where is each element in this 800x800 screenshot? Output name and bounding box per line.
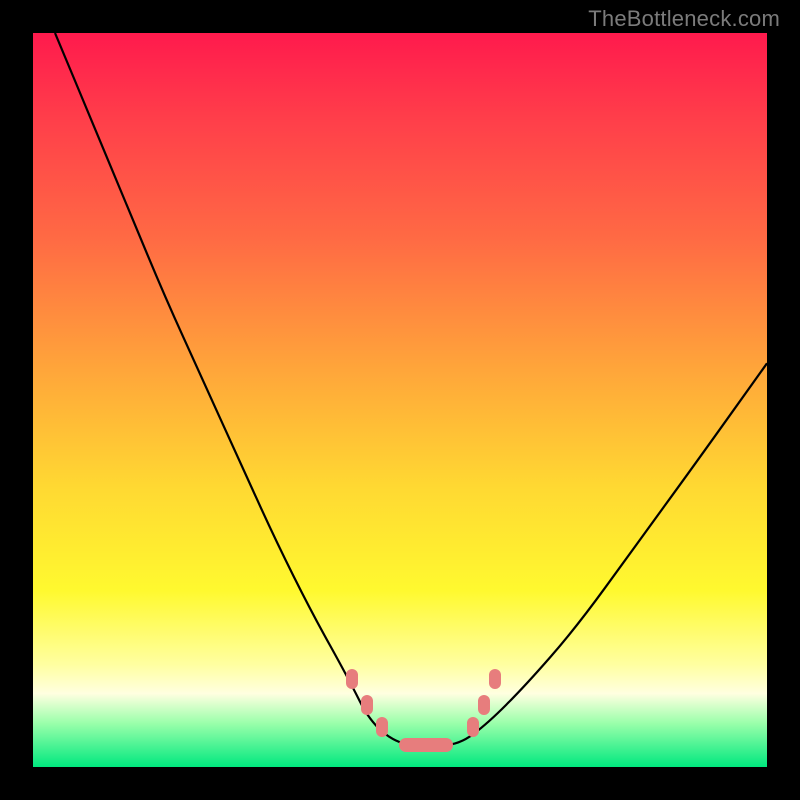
curve-marker — [361, 695, 373, 715]
watermark-text: TheBottleneck.com — [588, 6, 780, 32]
curve-marker — [376, 717, 388, 737]
curve-marker — [489, 669, 501, 689]
curve-svg — [33, 33, 767, 767]
curve-marker — [467, 717, 479, 737]
bottleneck-curve — [55, 33, 767, 745]
chart-frame: TheBottleneck.com — [0, 0, 800, 800]
curve-marker — [399, 738, 453, 752]
curve-marker — [478, 695, 490, 715]
plot-area — [33, 33, 767, 767]
curve-marker — [346, 669, 358, 689]
